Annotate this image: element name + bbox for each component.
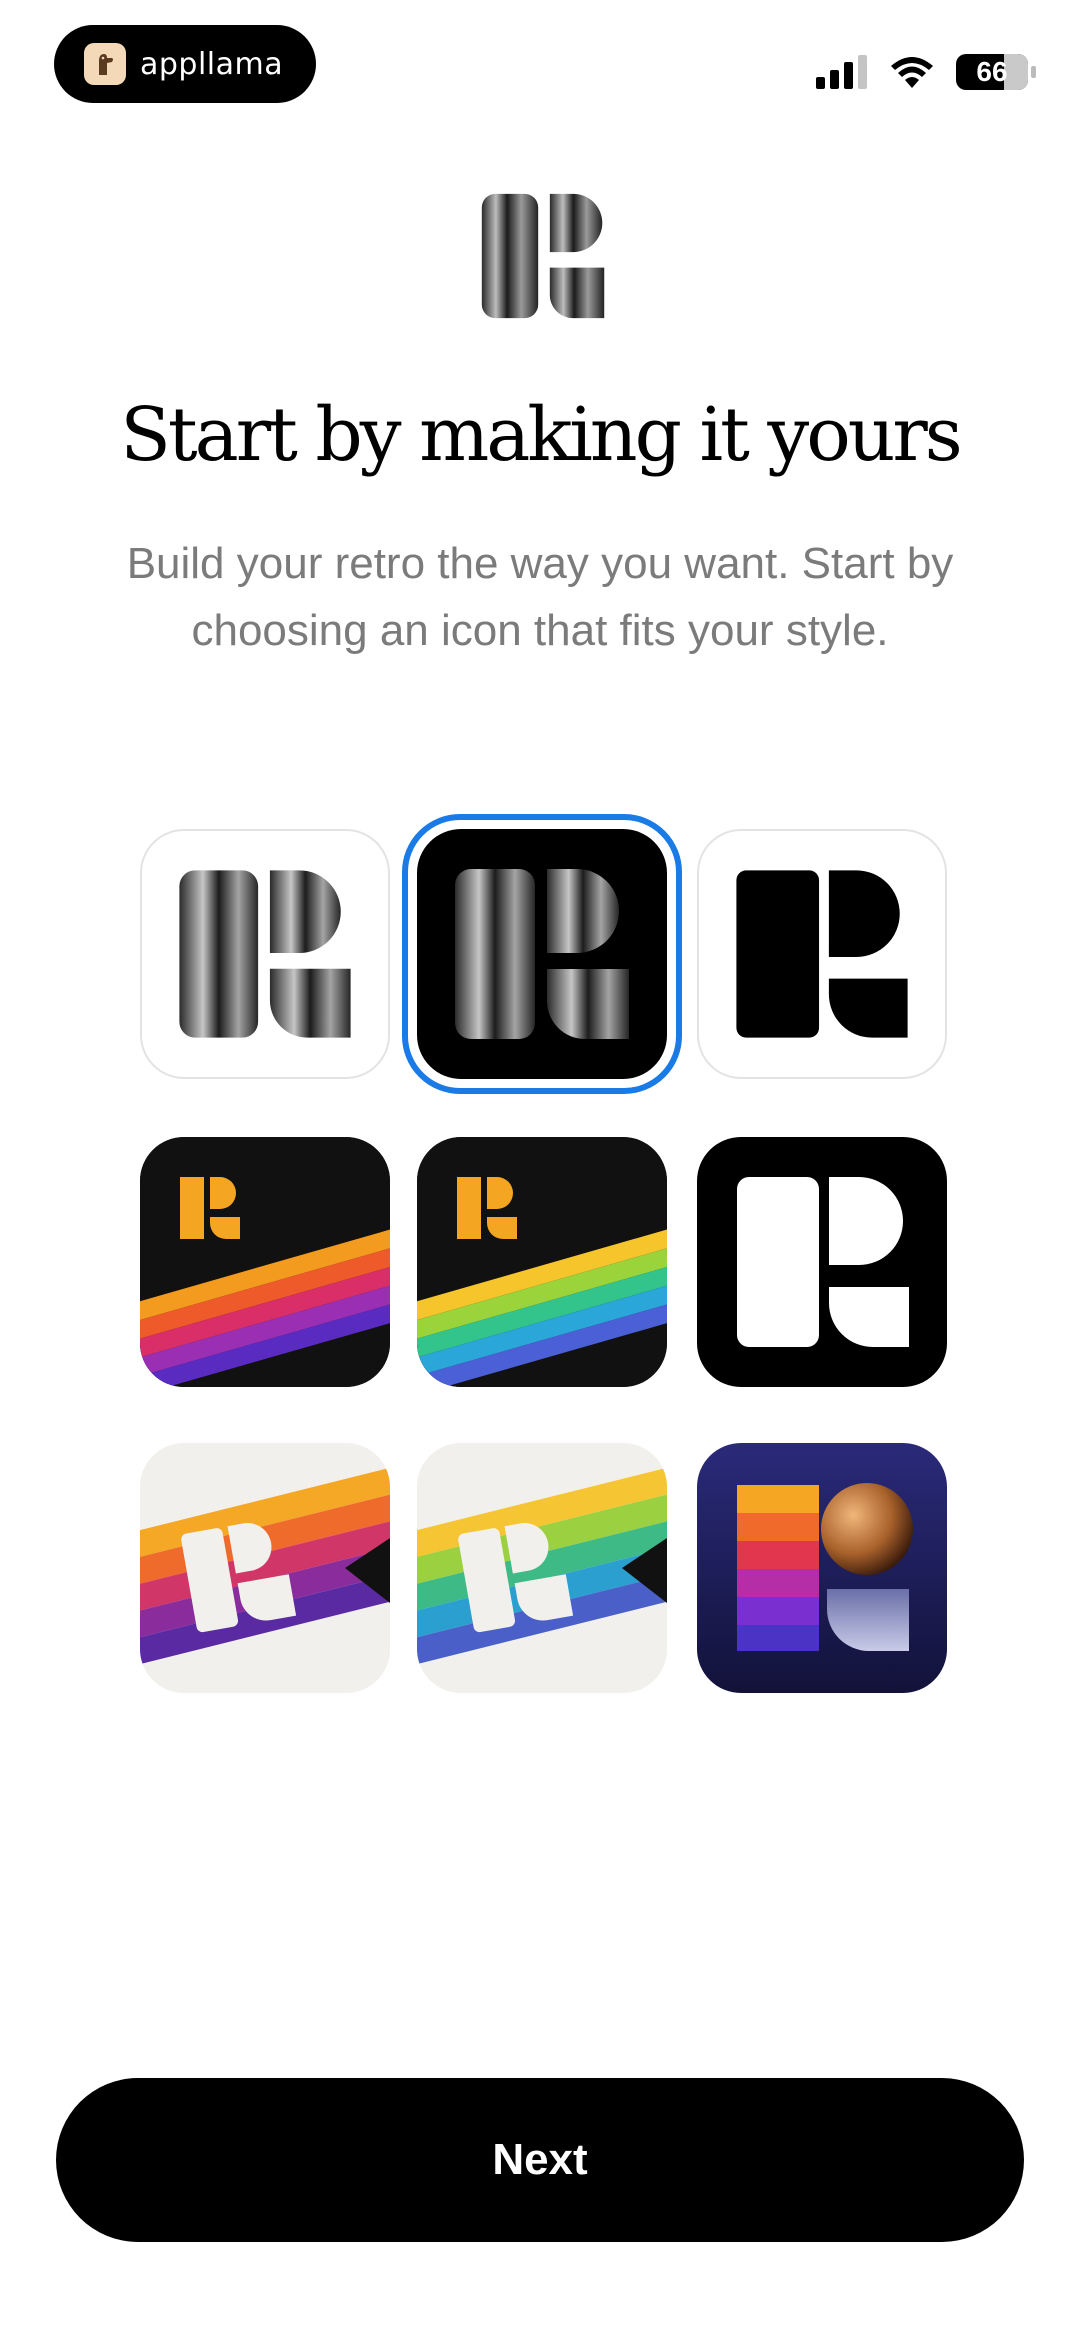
app-badge-label: appllama bbox=[140, 46, 284, 82]
battery-icon: 66 bbox=[956, 54, 1036, 90]
app-badge: appllama bbox=[54, 25, 316, 103]
signal-icon bbox=[816, 55, 867, 89]
icon-option-chrome-on-white[interactable] bbox=[140, 829, 390, 1079]
battery-level: 66 bbox=[976, 56, 1008, 87]
icon-option-paper-stripes-rainbow[interactable] bbox=[417, 1443, 667, 1693]
wifi-icon bbox=[891, 57, 933, 88]
status-icons: 66 bbox=[816, 50, 1036, 94]
icon-option-white-on-black[interactable] bbox=[697, 1137, 947, 1387]
icon-option-chrome-on-black[interactable] bbox=[417, 829, 667, 1079]
app-logo-icon bbox=[481, 193, 605, 319]
llama-icon bbox=[84, 43, 126, 85]
icon-option-retro-stripes-purple[interactable] bbox=[140, 1137, 390, 1387]
icon-option-gradient-navy[interactable] bbox=[697, 1443, 947, 1693]
page-subtitle: Build your retro the way you want. Start… bbox=[126, 539, 954, 655]
icon-option-retro-stripes-rainbow[interactable] bbox=[417, 1137, 667, 1387]
next-button[interactable]: Next bbox=[56, 2078, 1024, 2242]
icon-option-paper-stripes-purple[interactable] bbox=[140, 1443, 390, 1693]
page-title: Start by making it yours bbox=[120, 392, 963, 478]
icon-option-black-on-white[interactable] bbox=[697, 829, 947, 1079]
